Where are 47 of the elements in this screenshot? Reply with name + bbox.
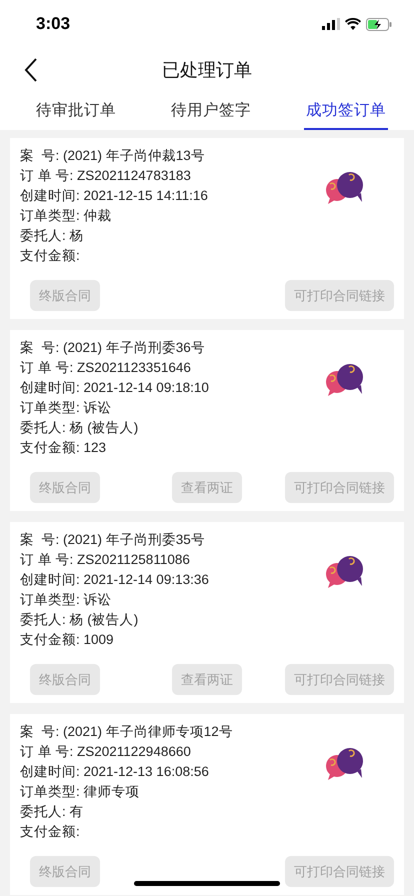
order-field: 创建时间: 2021-12-15 14:11:16 — [20, 186, 208, 206]
tab[interactable]: 待审批订单 — [34, 92, 118, 130]
chat-bubbles-icon — [324, 748, 366, 782]
order-field: 订 单 号: ZS2021123351646 — [20, 358, 191, 378]
card-button[interactable]: 终版合同 — [30, 856, 100, 887]
tab[interactable]: 成功签订单 — [304, 92, 388, 130]
order-field: 支付金额: 1009 — [20, 630, 114, 650]
order-field: 支付金额: — [20, 822, 80, 842]
order-field: 委托人: 有 — [20, 802, 84, 822]
tab[interactable]: 待用户签字 — [169, 92, 253, 130]
order-field: 订单类型: 仲裁 — [20, 206, 112, 226]
card-button[interactable]: 可打印合同链接 — [284, 856, 394, 887]
order-field: 订 单 号: ZS2021124783183 — [20, 166, 191, 186]
card-button[interactable]: 终版合同 — [30, 472, 100, 503]
card-button[interactable]: 可打印合同链接 — [284, 664, 394, 695]
order-field: 案 号: (2021) 年子尚仲裁13号 — [20, 146, 205, 166]
order-field: 委托人: 杨 (被告人) — [20, 418, 138, 438]
order-field: 案 号: (2021) 年子尚刑委36号 — [20, 338, 205, 358]
order-field: 订单类型: 律师专项 — [20, 782, 140, 802]
battery-charging-icon — [366, 18, 392, 30]
order-field: 订单类型: 诉讼 — [20, 398, 112, 418]
card-button[interactable]: 可打印合同链接 — [284, 280, 394, 311]
wifi-icon — [345, 18, 361, 30]
order-field: 支付金额: — [20, 246, 80, 266]
order-field: 支付金额: 123 — [20, 438, 106, 458]
order-field: 委托人: 杨 (被告人) — [20, 610, 138, 630]
order-field: 创建时间: 2021-12-14 09:18:10 — [20, 378, 209, 398]
order-field: 案 号: (2021) 年子尚律师专项12号 — [20, 722, 233, 742]
order-field: 订 单 号: ZS2021122948660 — [20, 742, 191, 762]
order-field: 创建时间: 2021-12-13 16:08:56 — [20, 762, 209, 782]
status-time: 3:03 — [36, 14, 70, 34]
order-field: 案 号: (2021) 年子尚刑委35号 — [20, 530, 205, 550]
card-button[interactable]: 终版合同 — [30, 280, 100, 311]
card-button[interactable]: 查看两证 — [172, 664, 242, 695]
signal-icon — [322, 18, 340, 30]
card-button[interactable]: 查看两证 — [172, 472, 242, 503]
card-button[interactable]: 可打印合同链接 — [284, 472, 394, 503]
back-icon[interactable] — [24, 58, 38, 82]
chat-bubbles-icon — [324, 172, 366, 206]
order-field: 委托人: 杨 — [20, 226, 84, 246]
chat-bubbles-icon — [324, 556, 366, 590]
order-field: 订单类型: 诉讼 — [20, 590, 112, 610]
card-button[interactable]: 终版合同 — [30, 664, 100, 695]
chat-bubbles-icon — [324, 364, 366, 398]
order-field: 创建时间: 2021-12-14 09:13:36 — [20, 570, 209, 590]
order-field: 订 单 号: ZS2021125811086 — [20, 550, 190, 570]
page-title: 已处理订单 — [162, 59, 252, 82]
